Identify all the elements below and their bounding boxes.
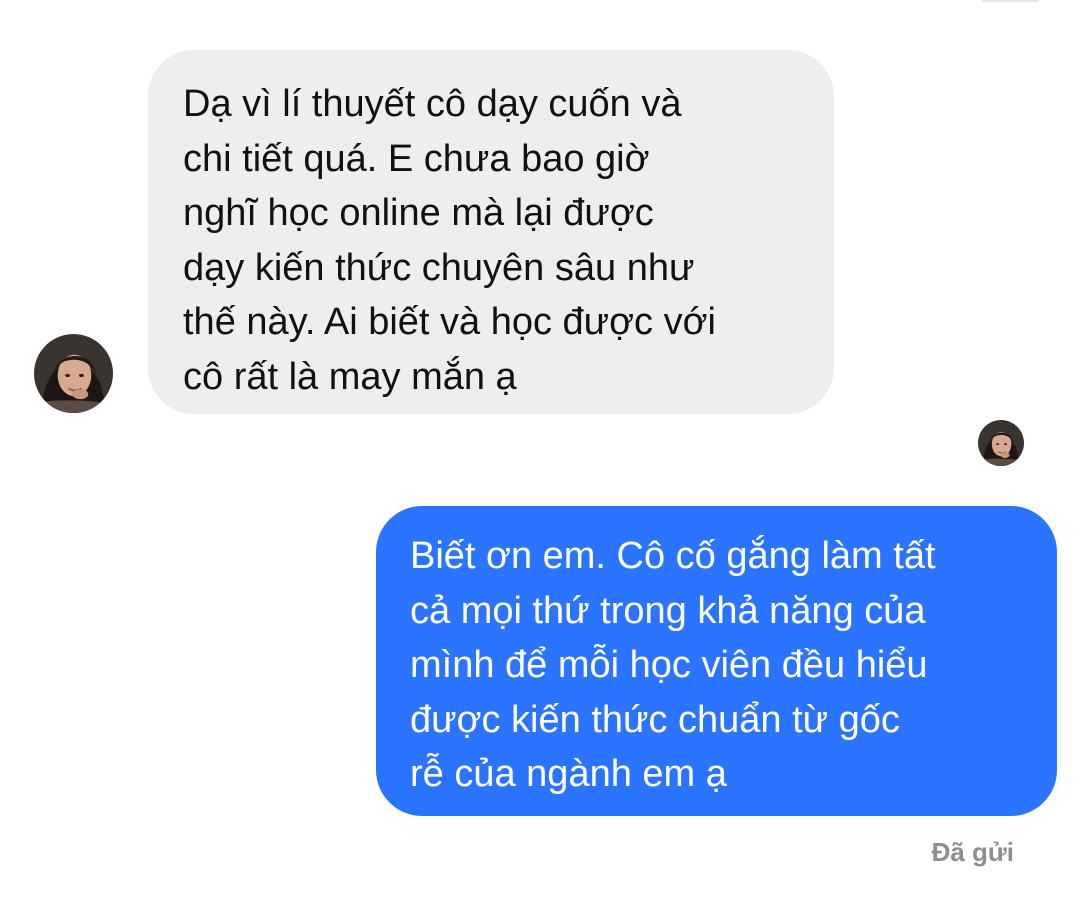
message-thread: Dạ vì lí thuyết cô dạy cuốn và chi tiết … xyxy=(0,0,1080,897)
profile-photo-icon xyxy=(978,420,1024,466)
delivery-status: Đã gửi xyxy=(931,837,1014,867)
previous-message-edge xyxy=(980,0,1040,2)
outgoing-message-bubble[interactable]: Biết ơn em. Cô cố gắng làm tất cả mọi th… xyxy=(376,506,1057,816)
sender-avatar[interactable] xyxy=(34,334,113,413)
profile-photo-icon xyxy=(34,334,113,413)
seen-avatar xyxy=(978,420,1024,466)
incoming-message-bubble[interactable]: Dạ vì lí thuyết cô dạy cuốn và chi tiết … xyxy=(148,50,834,414)
